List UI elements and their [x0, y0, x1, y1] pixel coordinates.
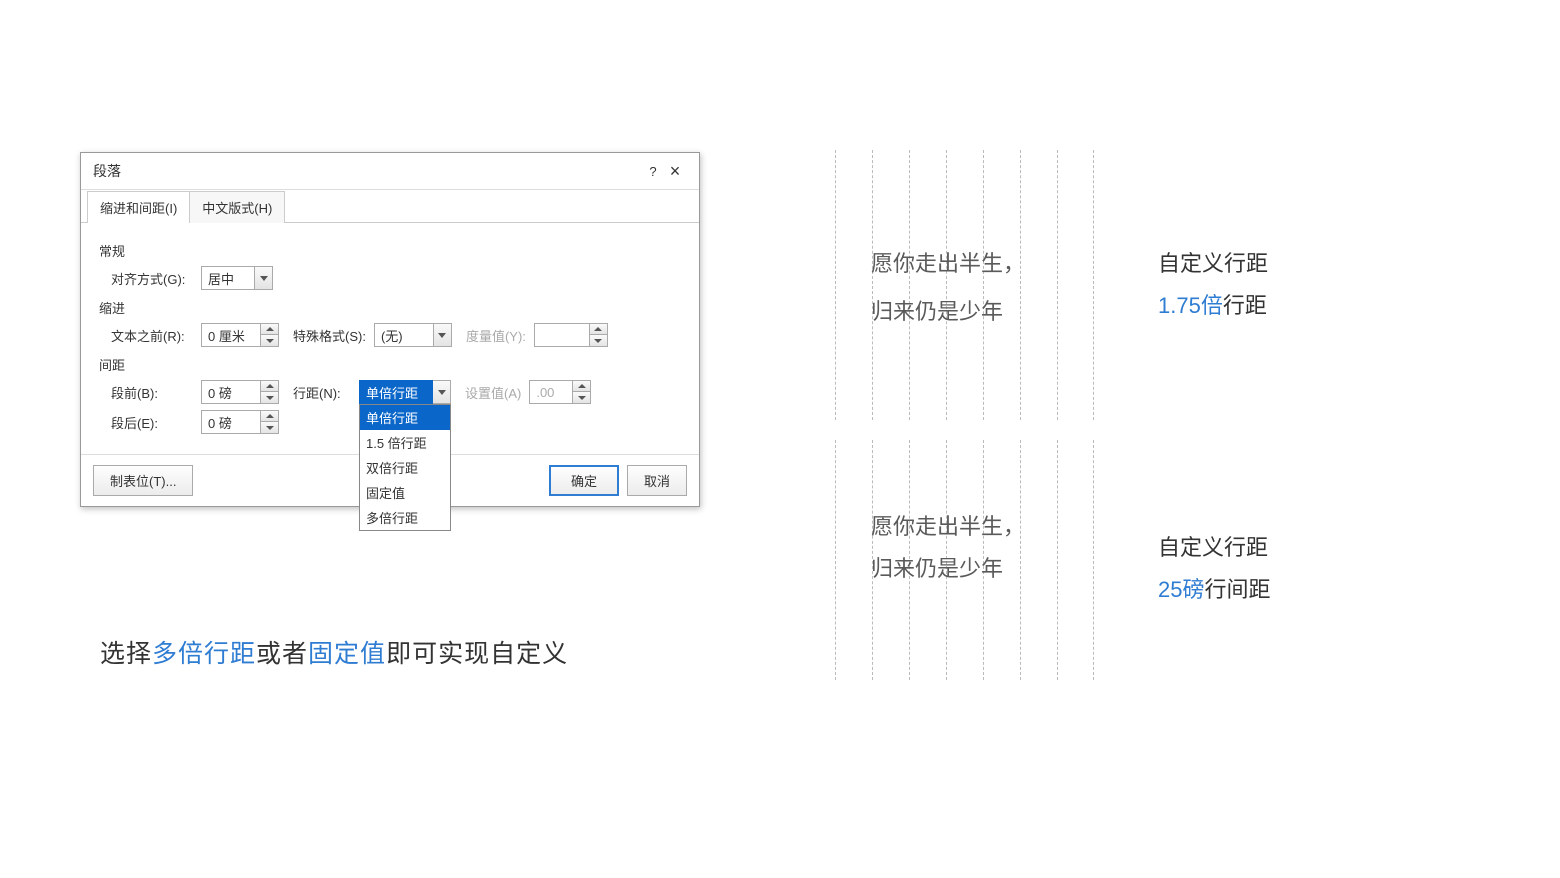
tab-indent-spacing[interactable]: 缩进和间距(I): [87, 191, 190, 223]
special-format-label: 特殊格式(S):: [293, 326, 366, 345]
measure-value-stepper: [534, 323, 608, 347]
section-spacing: 间距: [99, 355, 681, 374]
spinner-up-icon: [590, 323, 608, 335]
ok-button[interactable]: 确定: [549, 465, 619, 496]
text-before-value: 0 厘米: [201, 323, 261, 347]
dropdown-option[interactable]: 多倍行距: [360, 505, 450, 530]
line-spacing-dropdown[interactable]: 单倍行距 单倍行距 1.5 倍行距 双倍行距 固定值 多倍行距: [359, 380, 451, 404]
line-spacing-label: 行距(N):: [293, 383, 351, 402]
dropdown-option[interactable]: 1.5 倍行距: [360, 430, 450, 455]
after-label: 段后(E):: [111, 413, 193, 432]
before-value: 0 磅: [201, 380, 261, 404]
section-general: 常规: [99, 241, 681, 260]
alignment-label: 对齐方式(G):: [111, 269, 193, 288]
after-value: 0 磅: [201, 410, 261, 434]
example-grid-top: 愿你走出半生， 归来仍是少年: [835, 150, 1093, 420]
after-stepper[interactable]: 0 磅: [201, 410, 279, 434]
text-before-label: 文本之前(R):: [111, 326, 193, 345]
tab-chinese-layout[interactable]: 中文版式(H): [189, 191, 285, 223]
sample-text-top: 愿你走出半生， 归来仍是少年: [871, 240, 1025, 336]
spinner-up-icon[interactable]: [573, 380, 591, 392]
tabs-button[interactable]: 制表位(T)...: [93, 465, 193, 496]
chevron-down-icon[interactable]: [434, 323, 452, 347]
text-before-stepper[interactable]: 0 厘米: [201, 323, 279, 347]
alignment-value: 居中: [201, 266, 255, 290]
cancel-button[interactable]: 取消: [627, 465, 687, 496]
chevron-down-icon[interactable]: [255, 266, 273, 290]
spinner-down-icon[interactable]: [261, 392, 279, 404]
help-button[interactable]: ?: [643, 164, 663, 179]
special-format-combo[interactable]: (无): [374, 323, 452, 347]
annotation-top: 自定义行距 1.75倍行距: [1158, 246, 1268, 320]
set-value-stepper[interactable]: .00: [529, 380, 591, 404]
example-grid-bottom: 愿你走出半生， 归来仍是少年: [835, 440, 1093, 680]
line-spacing-value: 单倍行距: [359, 380, 433, 404]
paragraph-dialog: 段落 ? × 缩进和间距(I) 中文版式(H) 常规 对齐方式(G): 居中 缩…: [80, 152, 700, 507]
dialog-title: 段落: [93, 161, 643, 181]
set-value-value: .00: [529, 380, 573, 404]
dropdown-option[interactable]: 双倍行距: [360, 455, 450, 480]
spinner-up-icon[interactable]: [261, 410, 279, 422]
spinner-down-icon[interactable]: [573, 392, 591, 404]
before-label: 段前(B):: [111, 383, 193, 402]
set-value-label: 设置值(A): [465, 383, 521, 402]
section-indent: 缩进: [99, 298, 681, 317]
spinner-up-icon[interactable]: [261, 380, 279, 392]
line-spacing-options: 单倍行距 1.5 倍行距 双倍行距 固定值 多倍行距: [359, 404, 451, 531]
dialog-tabs: 缩进和间距(I) 中文版式(H): [81, 190, 699, 223]
before-stepper[interactable]: 0 磅: [201, 380, 279, 404]
close-button[interactable]: ×: [663, 164, 687, 178]
alignment-combo[interactable]: 居中: [201, 266, 273, 290]
dropdown-option[interactable]: 单倍行距: [360, 405, 450, 430]
chevron-down-icon[interactable]: [433, 380, 451, 404]
spinner-down-icon: [590, 335, 608, 347]
spinner-down-icon[interactable]: [261, 422, 279, 434]
dialog-titlebar: 段落 ? ×: [81, 153, 699, 190]
measure-value-label: 度量值(Y):: [466, 326, 526, 345]
sample-text-bottom: 愿你走出半生， 归来仍是少年: [871, 506, 1025, 590]
spinner-up-icon[interactable]: [261, 323, 279, 335]
annotation-bottom: 自定义行距 25磅行间距: [1158, 530, 1271, 604]
dropdown-option[interactable]: 固定值: [360, 480, 450, 505]
special-format-value: (无): [374, 323, 434, 347]
spinner-down-icon[interactable]: [261, 335, 279, 347]
instruction-caption: 选择多倍行距或者固定值即可实现自定义: [100, 634, 568, 670]
